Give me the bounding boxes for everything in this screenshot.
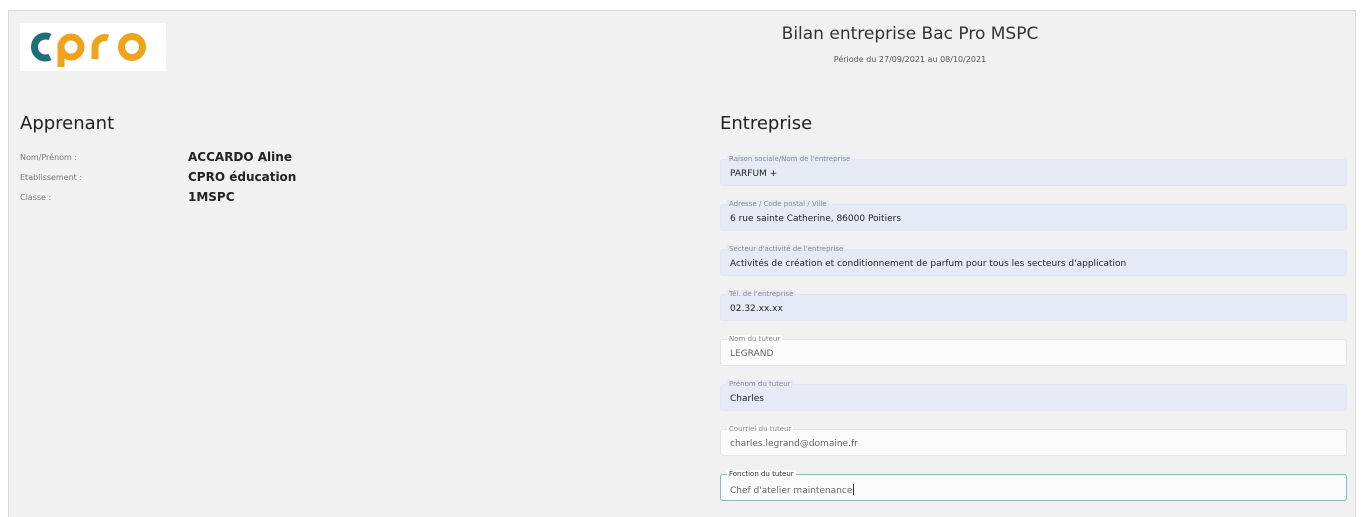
field-value: 02.32.xx.xx <box>730 304 783 314</box>
field-value: 6 rue sainte Catherine, 86000 Poitiers <box>730 214 902 224</box>
field-value: PARFUM + <box>730 169 778 179</box>
field-value: Chef d'atelier maintenance <box>730 486 853 496</box>
field-label: Prénom du tuteur <box>727 380 793 389</box>
sector-field[interactable]: Secteur d'activité de l'entreprise Activ… <box>720 245 1347 276</box>
info-row-name: Nom/Prénom : ACCARDO Aline <box>20 150 320 166</box>
field-value: LEGRAND <box>730 349 774 359</box>
tutor-email-field[interactable]: Courriel du tuteur charles.legrand@domai… <box>720 425 1347 456</box>
cpro-logo <box>20 23 166 71</box>
company-name-field[interactable]: Raison sociale/Nom de l'entreprise PARFU… <box>720 155 1347 186</box>
info-value: ACCARDO Aline <box>188 150 292 164</box>
info-row-establishment: Etablissement : CPRO éducation <box>20 170 320 186</box>
info-label: Etablissement : <box>20 173 83 182</box>
document-title: Bilan entreprise Bac Pro MSPC <box>781 24 1039 44</box>
field-label: Nom du tuteur <box>727 335 783 344</box>
info-value: 1MSPC <box>188 190 235 204</box>
tutor-lastname-field[interactable]: Nom du tuteur LEGRAND <box>720 335 1347 366</box>
field-label: Raison sociale/Nom de l'entreprise <box>727 155 853 164</box>
field-value: Charles <box>730 394 764 404</box>
phone-field[interactable]: Tél. de l'entreprise 02.32.xx.xx <box>720 290 1347 321</box>
field-label: Secteur d'activité de l'entreprise <box>727 245 846 254</box>
entreprise-section-title: Entreprise <box>720 113 813 134</box>
field-label: Tél. de l'entreprise <box>727 290 796 299</box>
info-label: Nom/Prénom : <box>20 153 78 162</box>
field-label: Adresse / Code postal / Ville <box>727 200 829 209</box>
info-row-class: Classe : 1MSPC <box>20 190 320 206</box>
field-label: Courriel du tuteur <box>727 425 794 434</box>
apprenant-section-title: Apprenant <box>20 113 115 134</box>
field-label: Fonction du tuteur <box>727 470 796 479</box>
info-value: CPRO éducation <box>188 170 297 184</box>
field-value-wrapper: Chef d'atelier maintenance <box>730 484 855 496</box>
field-value: charles.legrand@domaine.fr <box>730 439 858 449</box>
period-text: Période du 27/09/2021 au 08/10/2021 <box>833 55 987 64</box>
tutor-firstname-field[interactable]: Prénom du tuteur Charles <box>720 380 1347 411</box>
tutor-function-field[interactable]: Fonction du tuteur Chef d'atelier mainte… <box>720 470 1347 501</box>
text-caret <box>853 484 855 495</box>
address-field[interactable]: Adresse / Code postal / Ville 6 rue sain… <box>720 200 1347 231</box>
info-label: Classe : <box>20 193 52 202</box>
field-value: Activités de création et conditionnement… <box>730 259 1127 269</box>
